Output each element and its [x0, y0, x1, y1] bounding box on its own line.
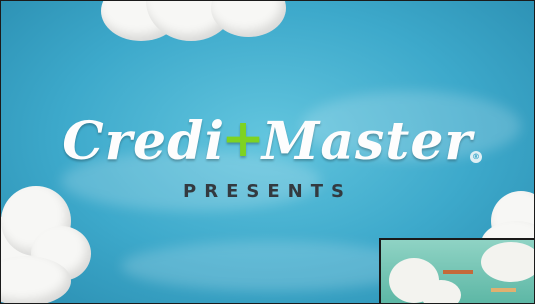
preview-thumbnail[interactable] [379, 238, 534, 303]
thumbnail-figure [491, 288, 516, 292]
logo-text-left: Credi [62, 111, 226, 172]
top-cloud [91, 1, 291, 61]
thumbnail-cloud [481, 242, 534, 282]
registered-mark: ® [470, 151, 482, 163]
creditmaster-logo: Credi+Master [1, 108, 534, 172]
presents-subtitle: PRESENTS [183, 181, 352, 202]
logo-plus-icon: + [221, 108, 266, 169]
thumbnail-figure [443, 270, 473, 274]
thumbnail-cloud [421, 280, 461, 303]
logo-text-right: Master [261, 111, 473, 172]
sky-haze [121, 241, 421, 291]
video-player-frame[interactable]: Credi+Master ® PRESENTS [0, 0, 535, 304]
left-cloud [1, 186, 121, 303]
